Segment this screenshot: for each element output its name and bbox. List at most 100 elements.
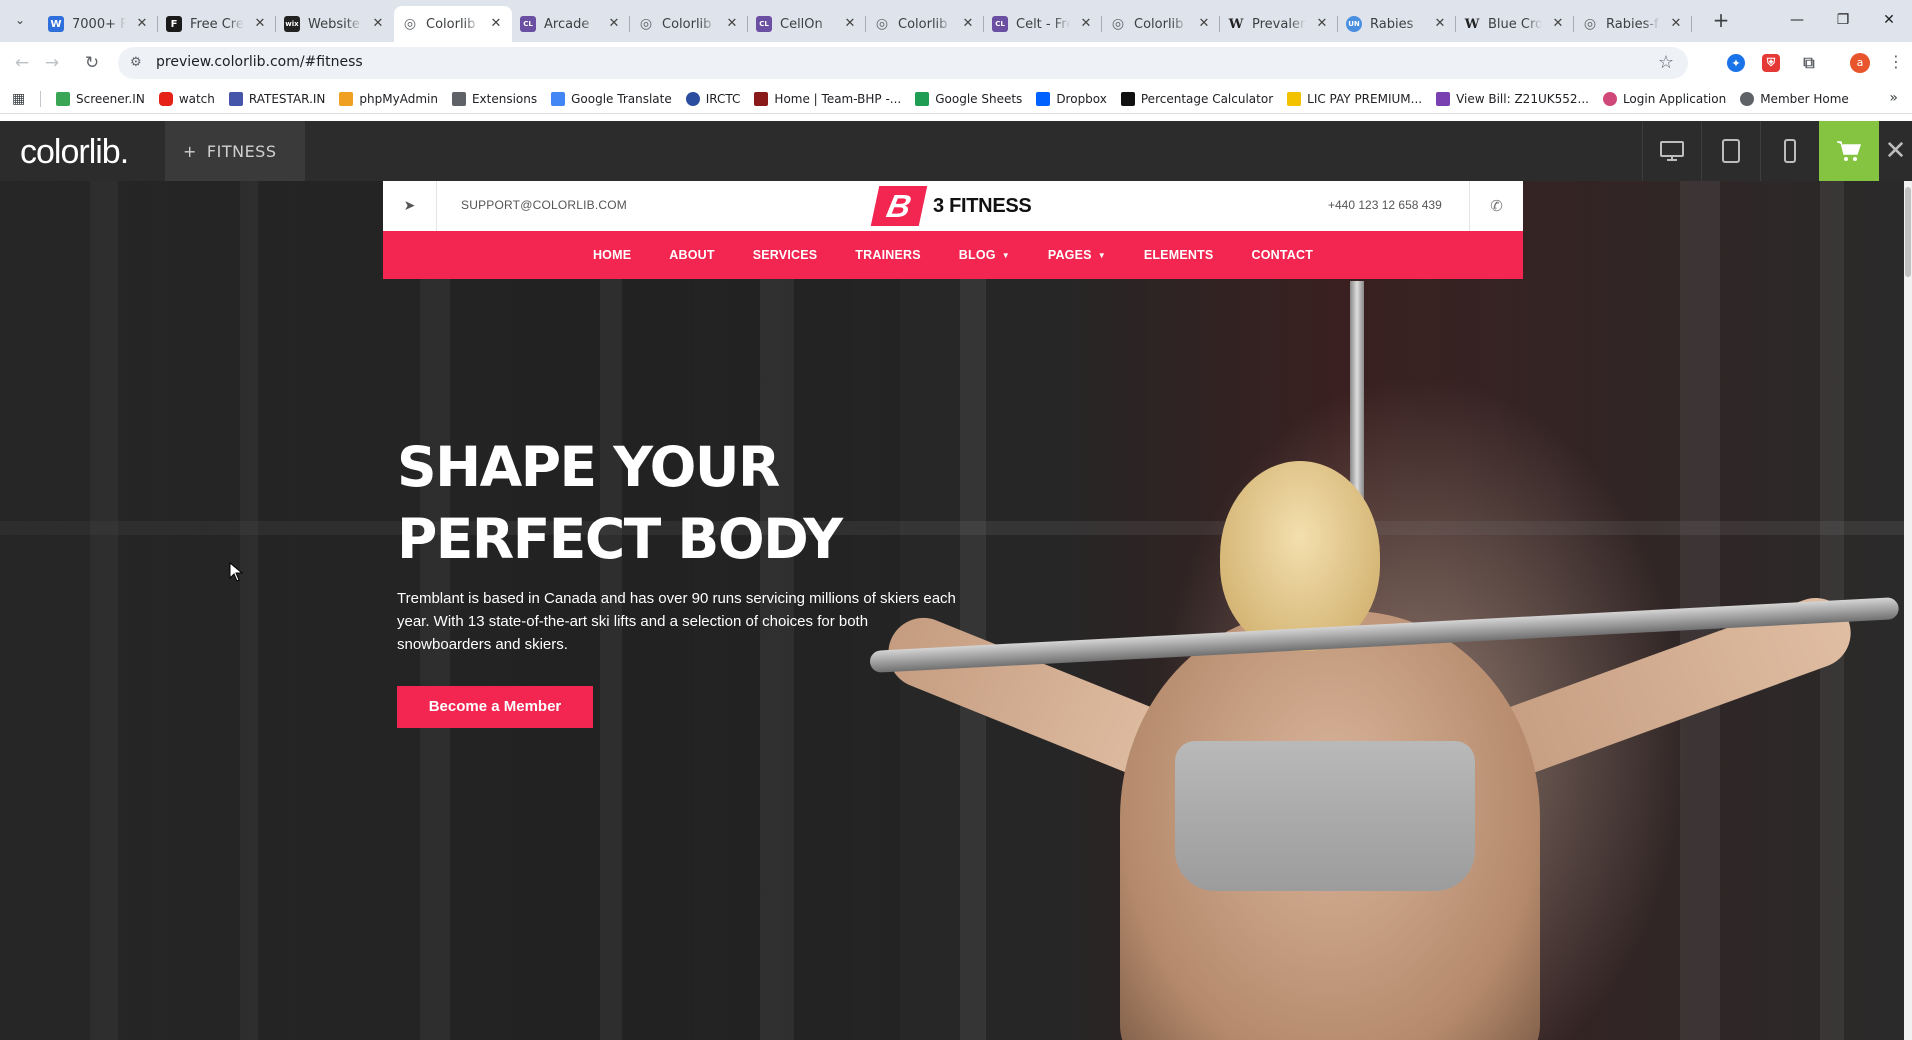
nav-label: SERVICES — [752, 248, 818, 262]
close-preview-icon[interactable]: ✕ — [1879, 121, 1912, 181]
nav-services[interactable]: SERVICES — [734, 248, 837, 262]
reload-icon[interactable]: ↻ — [78, 49, 106, 77]
phone-number[interactable]: +440 123 12 658 439 — [1328, 198, 1442, 212]
bookmark-item[interactable]: Home | Team-BHP -... — [754, 92, 901, 106]
bookmark-label: watch — [178, 92, 215, 106]
tab-search-chevron-icon[interactable]: ⌄ — [8, 8, 32, 32]
tab[interactable]: wix Website ✕ — [276, 6, 394, 42]
tablet-view-icon[interactable] — [1701, 121, 1760, 181]
bookmark-item[interactable]: phpMyAdmin — [339, 92, 438, 106]
tab[interactable]: F Free Cre ✕ — [158, 6, 276, 42]
tab[interactable]: ◎ Colorlib ✕ — [630, 6, 748, 42]
brand-name: 3 FITNESS — [933, 194, 1032, 217]
nav-about[interactable]: ABOUT — [650, 248, 733, 262]
tab[interactable]: ◎ Colorlib ✕ — [1102, 6, 1220, 42]
bookmark-item[interactable]: Google Sheets — [915, 92, 1022, 106]
tab-favicon-icon: CL — [520, 16, 536, 32]
cart-icon[interactable] — [1819, 121, 1879, 181]
bookmark-favicon-icon — [754, 92, 769, 106]
hero-title-line: PERFECT BODY — [397, 507, 843, 571]
bookmark-item[interactable]: Google Translate — [551, 92, 672, 106]
scrollbar-thumb[interactable] — [1905, 187, 1911, 277]
tab-close-icon[interactable]: ✕ — [842, 16, 858, 32]
tab[interactable]: W Blue Cro ✕ — [1456, 6, 1574, 42]
new-tab-plus-icon[interactable]: + — [1708, 8, 1734, 34]
bookmark-item[interactable]: IRCTC — [685, 92, 741, 106]
minimize-icon[interactable]: — — [1774, 0, 1820, 40]
tab-close-icon[interactable]: ✕ — [606, 16, 622, 32]
dropbox-icon — [1036, 92, 1051, 106]
tab-close-icon[interactable]: ✕ — [1668, 16, 1684, 32]
nav-trainers[interactable]: TRAINERS — [836, 248, 940, 262]
bookmark-item[interactable]: View Bill: Z21UK552... — [1436, 92, 1589, 106]
nav-blog[interactable]: BLOG ▼ — [940, 248, 1029, 262]
plus-icon: + — [183, 141, 197, 161]
tab-close-icon[interactable]: ✕ — [1432, 16, 1448, 32]
bookmark-item[interactable]: Member Home — [1740, 92, 1849, 106]
bookmark-item[interactable]: Login Application — [1602, 92, 1726, 106]
tab-close-icon[interactable]: ✕ — [1078, 16, 1094, 32]
tab[interactable]: CL CellOn ✕ — [748, 6, 866, 42]
page-scrollbar[interactable] — [1904, 181, 1912, 1040]
tab-active[interactable]: ◎ Colorlib ✕ — [394, 6, 512, 42]
tab[interactable]: CL Arcade ✕ — [512, 6, 630, 42]
tab[interactable]: W 7000+ Fr ✕ — [40, 6, 158, 42]
support-email[interactable]: SUPPORT@COLORLIB.COM — [461, 198, 627, 212]
wikipedia-icon: W — [1464, 16, 1480, 32]
bookmark-star-icon[interactable]: ☆ — [1658, 52, 1674, 73]
back-arrow-icon[interactable]: ← — [8, 49, 36, 77]
extension-icon[interactable]: ✦ — [1727, 54, 1745, 72]
browser-menu-icon[interactable]: ⋮ — [1888, 52, 1904, 71]
more-bookmarks-chevron-icon[interactable]: » — [1889, 90, 1898, 106]
tab-close-icon[interactable]: ✕ — [370, 16, 386, 32]
tab-close-icon[interactable]: ✕ — [488, 16, 504, 32]
hero-title: SHAPE YOUR PERFECT BODY — [397, 431, 997, 575]
restore-icon[interactable]: ❐ — [1820, 0, 1866, 40]
site-info-icon[interactable]: ⚙ — [130, 55, 142, 70]
url-text[interactable]: preview.colorlib.com/#fitness — [156, 54, 363, 70]
shield-extension-icon[interactable]: ⛨ — [1762, 54, 1780, 72]
tab[interactable]: ◎ Colorlib ✕ — [866, 6, 984, 42]
mobile-view-icon[interactable] — [1760, 121, 1819, 181]
tab-close-icon[interactable]: ✕ — [252, 16, 268, 32]
address-bar[interactable]: ⚙ preview.colorlib.com/#fitness ☆ — [118, 47, 1688, 79]
tab-close-icon[interactable]: ✕ — [1196, 16, 1212, 32]
bookmark-item[interactable]: LIC PAY PREMIUM... — [1287, 92, 1422, 106]
bookmark-item[interactable]: Screener.IN — [56, 92, 145, 106]
tab[interactable]: ◎ Rabies-fr ✕ — [1574, 6, 1692, 42]
nav-elements[interactable]: ELEMENTS — [1125, 248, 1233, 262]
profile-avatar[interactable]: a — [1850, 53, 1870, 73]
become-member-button[interactable]: Become a Member — [397, 686, 593, 728]
bookmark-item[interactable]: Extensions — [451, 92, 537, 106]
nav-pages[interactable]: PAGES ▼ — [1029, 248, 1125, 262]
nav-home[interactable]: HOME — [574, 248, 650, 262]
bookmark-label: IRCTC — [705, 92, 741, 106]
bookmark-item[interactable]: Percentage Calculator — [1120, 92, 1273, 106]
forward-arrow-icon[interactable]: → — [38, 49, 66, 77]
tab-close-icon[interactable]: ✕ — [724, 16, 740, 32]
desktop-view-icon[interactable] — [1642, 121, 1701, 181]
tab[interactable]: W Prevalen ✕ — [1220, 6, 1338, 42]
close-window-icon[interactable]: ✕ — [1866, 0, 1912, 40]
bookmark-label: Google Translate — [571, 92, 672, 106]
tab-close-icon[interactable]: ✕ — [960, 16, 976, 32]
apps-grid-icon[interactable]: ▦ — [12, 91, 28, 107]
site-logo[interactable]: B 3 FITNESS — [870, 185, 1032, 227]
tab-close-icon[interactable]: ✕ — [1550, 16, 1566, 32]
globe-icon — [1740, 92, 1755, 106]
tab-close-icon[interactable]: ✕ — [1314, 16, 1330, 32]
extensions-puzzle-icon[interactable]: ⧉ — [1800, 53, 1818, 72]
theme-selector[interactable]: + FITNESS — [165, 121, 305, 181]
bookmark-item[interactable]: RATESTAR.IN — [228, 92, 325, 106]
bookmark-item[interactable]: watch — [158, 92, 215, 106]
tab[interactable]: UN Rabies ✕ — [1338, 6, 1456, 42]
bookmark-item[interactable]: Dropbox — [1036, 92, 1107, 106]
tab-title: Arcade — [544, 16, 590, 32]
colorlib-logo[interactable]: colorlib. — [20, 133, 129, 172]
bookmark-label: LIC PAY PREMIUM... — [1307, 92, 1423, 106]
nav-label: TRAINERS — [855, 248, 921, 262]
tab[interactable]: CL Celt - Fre ✕ — [984, 6, 1102, 42]
nav-contact[interactable]: CONTACT — [1232, 248, 1332, 262]
tab-close-icon[interactable]: ✕ — [134, 16, 150, 32]
mouse-cursor-icon — [229, 562, 243, 582]
